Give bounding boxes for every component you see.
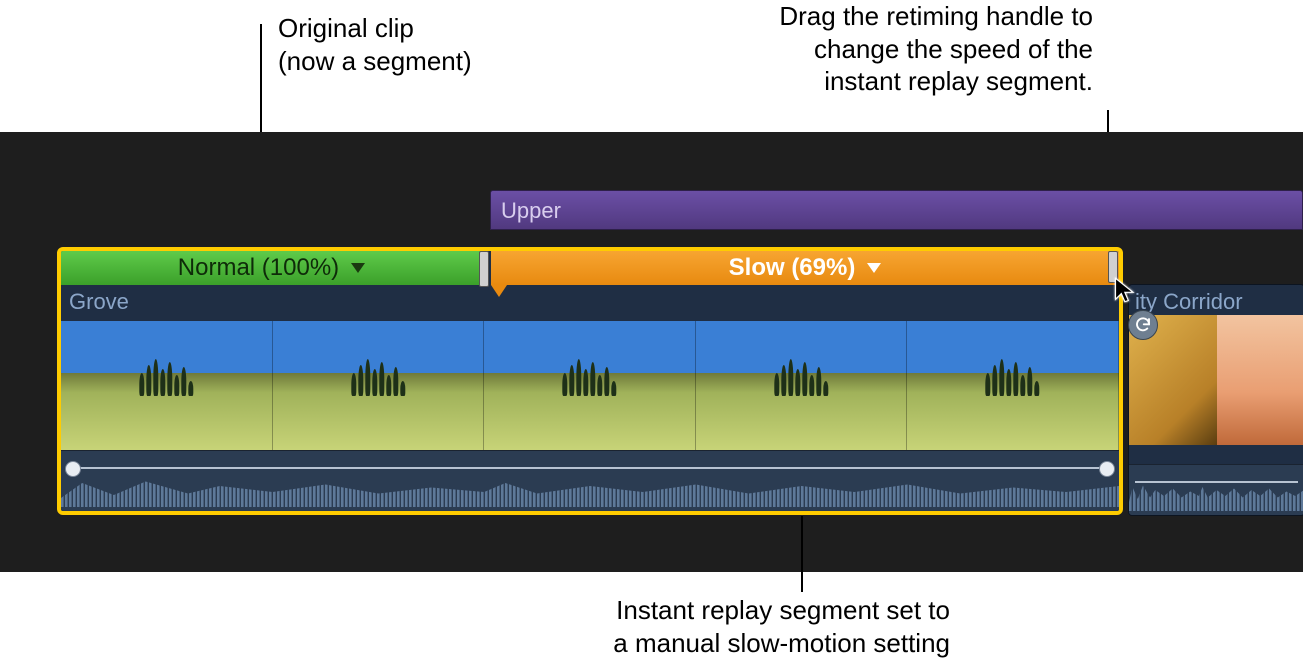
callout-leader <box>801 516 803 592</box>
callout-line: Drag the retiming handle to <box>779 0 1093 33</box>
audio-fade-handle-right[interactable] <box>1099 461 1115 477</box>
speed-segment-slow[interactable]: Slow (69%) <box>491 251 1119 285</box>
timeline-area: Upper Normal (100%) Slow (69%) Grove <box>0 132 1303 572</box>
callout-line: Instant replay segment set to <box>330 594 950 627</box>
callout-line: (now a segment) <box>278 45 472 78</box>
chevron-down-icon <box>351 263 365 273</box>
audio-waveform <box>61 477 1119 507</box>
clip-filmstrip <box>61 321 1119 451</box>
selected-clip[interactable]: Normal (100%) Slow (69%) Grove <box>57 247 1123 515</box>
callout-original-clip: Original clip (now a segment) <box>278 12 472 77</box>
filmstrip-frame <box>907 321 1119 451</box>
callout-line: Original clip <box>278 12 472 45</box>
clip-name-label: ity Corridor <box>1129 285 1303 315</box>
upper-track-clip[interactable]: Upper <box>490 190 1303 230</box>
filmstrip-frame <box>273 321 485 451</box>
callout-line: instant replay segment. <box>779 65 1093 98</box>
filmstrip-frame <box>696 321 908 451</box>
clip-name-label: Grove <box>69 289 129 315</box>
callout-retiming-handle: Drag the retiming handle to change the s… <box>779 0 1093 98</box>
mouse-cursor-icon <box>1112 276 1140 304</box>
upper-track-label: Upper <box>501 198 561 223</box>
speed-segment-label: Slow (69%) <box>729 251 856 285</box>
audio-fade-handle-left[interactable] <box>65 461 81 477</box>
chevron-down-icon <box>867 263 881 273</box>
segment-start-marker <box>491 285 507 297</box>
retiming-handle[interactable] <box>479 251 489 287</box>
callout-instant-replay: Instant replay segment set to a manual s… <box>330 594 950 659</box>
callout-line: a manual slow-motion setting <box>330 627 950 660</box>
audio-waveform <box>1129 481 1303 511</box>
clip-audio-area[interactable] <box>61 450 1119 511</box>
callout-line: change the speed of the <box>779 33 1093 66</box>
audio-volume-line[interactable] <box>1135 481 1298 483</box>
audio-volume-line[interactable] <box>67 467 1113 469</box>
filmstrip-frame <box>484 321 696 451</box>
clip-audio-area[interactable] <box>1129 464 1303 515</box>
filmstrip-frame <box>1217 315 1303 445</box>
speed-segment-normal[interactable]: Normal (100%) <box>61 251 486 285</box>
filmstrip-frame <box>61 321 273 451</box>
clip-filmstrip <box>1129 315 1303 445</box>
retime-reset-icon[interactable] <box>1128 310 1158 340</box>
speed-segment-label: Normal (100%) <box>178 251 339 285</box>
